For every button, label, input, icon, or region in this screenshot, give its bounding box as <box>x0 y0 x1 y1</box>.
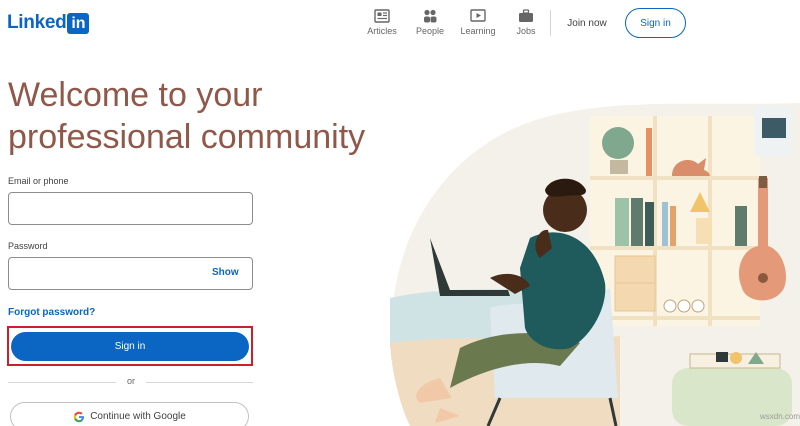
nav-divider <box>550 10 551 36</box>
globe <box>602 127 634 159</box>
linkedin-logo[interactable]: Linked in <box>7 12 90 34</box>
nav-people[interactable]: People <box>405 9 455 36</box>
google-button-label: Continue with Google <box>90 411 186 422</box>
headline-line-2: professional community <box>8 118 366 156</box>
or-divider: or <box>8 376 253 388</box>
logo-in-box: in <box>67 12 90 34</box>
or-text: or <box>126 376 135 386</box>
nav-articles[interactable]: Articles <box>357 9 407 36</box>
nav-jobs-label: Jobs <box>516 26 536 36</box>
hero-illustration <box>390 103 800 426</box>
show-password-button[interactable]: Show <box>212 267 239 278</box>
join-now-link[interactable]: Join now <box>560 13 614 33</box>
continue-with-google-button[interactable]: Continue with Google <box>10 402 249 426</box>
articles-icon <box>374 9 390 23</box>
page-headline: Welcome to your professional community <box>8 74 368 158</box>
headline-line-1: Welcome to your <box>8 76 263 114</box>
nav-jobs[interactable]: Jobs <box>501 9 551 36</box>
logo-wordmark: Linked <box>7 12 67 33</box>
jobs-icon <box>519 9 533 22</box>
or-line-left <box>8 382 116 383</box>
password-label: Password <box>8 241 48 251</box>
people-icon <box>424 9 437 23</box>
email-field[interactable] <box>8 192 253 225</box>
top-header: Linked in Articles People Learning Jobs … <box>0 0 800 46</box>
watermark-text: wsxdn.com <box>760 412 800 421</box>
nav-learning[interactable]: Learning <box>453 9 503 36</box>
nav-articles-label: Articles <box>367 26 397 36</box>
email-label: Email or phone <box>8 176 69 186</box>
google-icon <box>73 411 85 422</box>
forgot-password-link[interactable]: Forgot password? <box>8 307 95 318</box>
or-line-right <box>146 382 253 383</box>
nav-learning-label: Learning <box>460 26 496 36</box>
header-sign-in-button[interactable]: Sign in <box>625 8 686 38</box>
learning-icon <box>470 9 486 22</box>
nav-people-label: People <box>415 26 445 36</box>
sign-in-button[interactable]: Sign in <box>11 332 249 361</box>
